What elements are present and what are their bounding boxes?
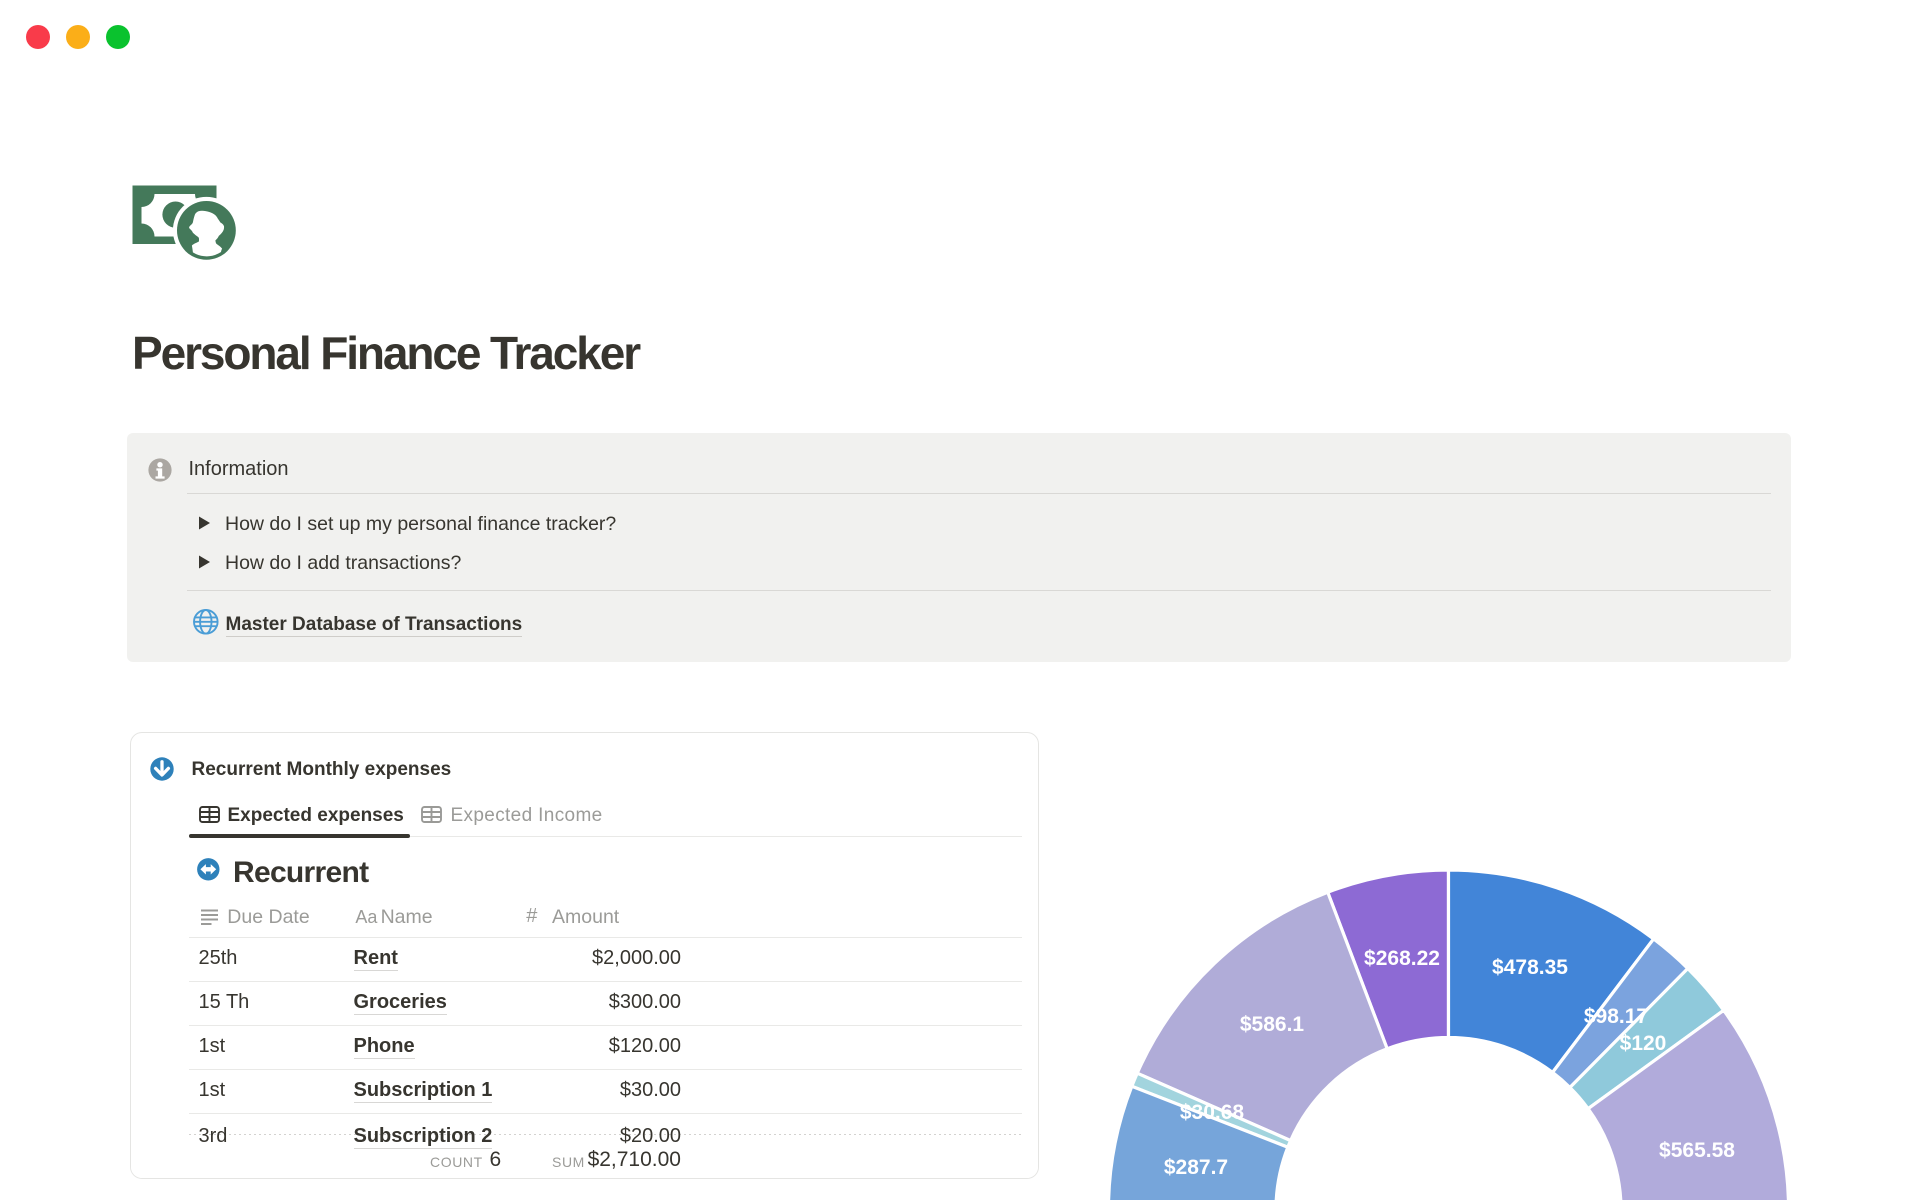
svg-text:$478.35: $478.35	[1492, 956, 1568, 979]
svg-text:$98.17: $98.17	[1584, 1005, 1648, 1028]
svg-text:$268.22: $268.22	[1364, 947, 1440, 970]
svg-text:$565.58: $565.58	[1659, 1139, 1735, 1162]
svg-text:$586.1: $586.1	[1240, 1013, 1305, 1036]
svg-text:$30.68: $30.68	[1180, 1101, 1245, 1124]
svg-text:$120: $120	[1620, 1032, 1667, 1055]
svg-text:$287.7: $287.7	[1164, 1156, 1228, 1179]
